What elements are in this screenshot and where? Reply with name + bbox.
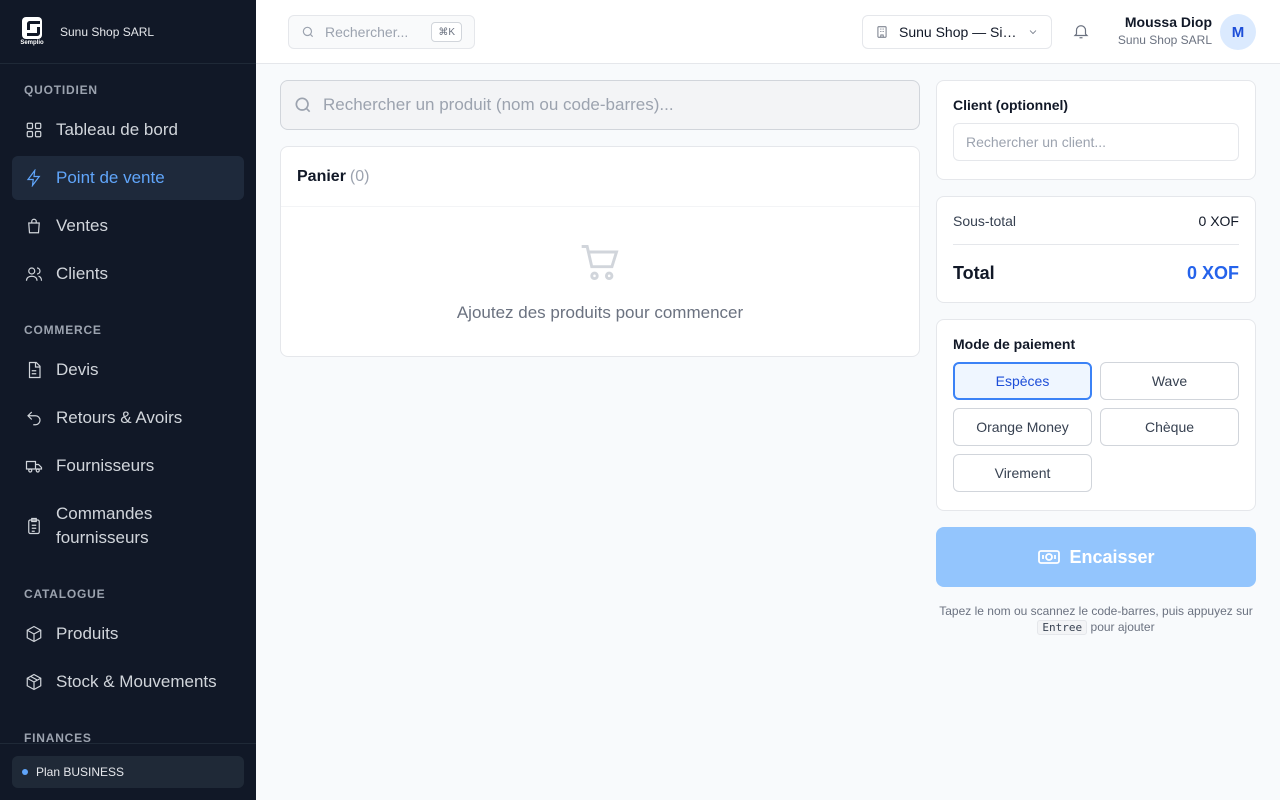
hint-key: Entree bbox=[1037, 620, 1088, 635]
sidebar-nav: QUOTIDIEN Tableau de bord Point de vente… bbox=[0, 64, 256, 748]
sidebar-item-devis[interactable]: Devis bbox=[12, 348, 244, 392]
cart-title: Panier bbox=[297, 167, 346, 185]
cart-empty-message: Ajoutez des produits pour commencer bbox=[456, 303, 744, 322]
chevron-down-icon bbox=[1029, 30, 1037, 35]
truck-icon bbox=[24, 456, 44, 476]
client-placeholder: Rechercher un client... bbox=[966, 134, 1107, 150]
user-name: Moussa Diop bbox=[1124, 14, 1212, 30]
bolt-icon bbox=[24, 168, 44, 188]
hint-text-after: pour ajouter bbox=[1090, 620, 1155, 634]
sidebar-divider bbox=[0, 743, 256, 744]
sidebar-item-label: Commandes fournisseurs bbox=[56, 504, 153, 547]
cube-icon bbox=[24, 672, 44, 692]
total-value: 0 XOF bbox=[1186, 262, 1239, 283]
payment-virement-button[interactable]: Virement bbox=[953, 454, 1092, 492]
sidebar-item-label: Produits bbox=[56, 624, 119, 643]
sidebar-item-commandes-fournisseurs[interactable]: Commandes fournisseurs bbox=[12, 492, 244, 560]
client-label: Client (optionnel) bbox=[953, 97, 1069, 113]
payment-label: Mode de paiement bbox=[953, 336, 1076, 352]
store-name: Sunu Shop — Siège bbox=[899, 24, 1023, 40]
cart-panel: Panier (0) Ajoutez des produits pour com… bbox=[280, 146, 920, 357]
checkout-label: Encaisser bbox=[1069, 546, 1155, 567]
search-icon bbox=[295, 97, 311, 113]
plan-label: Plan BUSINESS bbox=[36, 765, 125, 779]
sidebar-item-label: Retours & Avoirs bbox=[56, 408, 183, 427]
sidebar-item-tableau-de-bord[interactable]: Tableau de bord bbox=[12, 108, 244, 152]
subtotal-row: Sous-total 0 XOF bbox=[953, 197, 1239, 245]
totals-panel: Sous-total 0 XOF Total 0 XOF bbox=[936, 196, 1256, 303]
section-title-commerce: COMMERCE bbox=[24, 323, 102, 337]
brand-logo-icon: Semplio bbox=[18, 16, 46, 47]
sidebar-item-retours-avoirs[interactable]: Retours & Avoirs bbox=[12, 396, 244, 440]
section-title-catalogue: CATALOGUE bbox=[24, 587, 106, 601]
search-placeholder: Rechercher... bbox=[325, 24, 409, 40]
users-icon bbox=[24, 264, 44, 284]
global-search-input[interactable]: Rechercher... ⌘K bbox=[288, 15, 475, 49]
sidebar-item-produits[interactable]: Produits bbox=[12, 612, 244, 656]
notifications-button[interactable] bbox=[1072, 22, 1092, 42]
plan-badge[interactable]: Plan BUSINESS bbox=[12, 756, 244, 788]
bell-icon bbox=[1073, 25, 1089, 39]
building-icon bbox=[877, 26, 887, 38]
sidebar-item-label: Ventes bbox=[56, 216, 108, 235]
cart-empty-state: Ajoutez des produits pour commencer bbox=[281, 207, 919, 323]
payment-panel: Mode de paiement Espèces Wave Orange Mon… bbox=[936, 319, 1256, 511]
sidebar-item-label: Clients bbox=[56, 264, 108, 283]
avatar[interactable]: M bbox=[1220, 14, 1256, 50]
payment-methods: Espèces Wave Orange Money Chèque Viremen… bbox=[953, 362, 1239, 492]
undo-icon bbox=[24, 408, 44, 428]
grid-icon bbox=[24, 120, 44, 140]
brand-name: Sunu Shop SARL bbox=[60, 24, 155, 39]
sidebar-item-label: Stock & Mouvements bbox=[56, 672, 217, 691]
top-header: Rechercher... ⌘K Sunu Shop — Siège Mouss… bbox=[256, 0, 1280, 64]
sidebar-item-point-de-vente[interactable]: Point de vente bbox=[12, 156, 244, 200]
section-title-quotidien: QUOTIDIEN bbox=[24, 83, 98, 97]
box-icon bbox=[24, 624, 44, 644]
hint-text-before: Tapez le nom ou scannez le code-barres, … bbox=[939, 604, 1253, 618]
product-search-placeholder: Rechercher un produit (nom ou code-barre… bbox=[323, 95, 674, 114]
client-search-input[interactable]: Rechercher un client... bbox=[953, 123, 1239, 161]
sidebar-item-clients[interactable]: Clients bbox=[12, 252, 244, 296]
payment-cheque-button[interactable]: Chèque bbox=[1100, 408, 1239, 446]
payment-especes-button[interactable]: Espèces bbox=[953, 362, 1092, 400]
sidebar-item-label: Fournisseurs bbox=[56, 456, 155, 475]
product-search-input[interactable]: Rechercher un produit (nom ou code-barre… bbox=[280, 80, 920, 130]
sidebar-item-label: Devis bbox=[56, 360, 99, 379]
sidebar-item-label: Point de vente bbox=[56, 168, 165, 187]
section-title-finances: FINANCES bbox=[24, 731, 92, 745]
user-info[interactable]: Moussa Diop Sunu Shop SARL bbox=[1118, 14, 1212, 47]
subtotal-value: 0 XOF bbox=[1198, 212, 1239, 229]
total-row: Total 0 XOF bbox=[953, 245, 1239, 301]
document-icon bbox=[24, 360, 44, 380]
search-shortcut: ⌘K bbox=[431, 22, 462, 42]
sidebar: Semplio Sunu Shop SARL QUOTIDIEN Tableau… bbox=[0, 0, 256, 800]
sidebar-item-stock-mouvements[interactable]: Stock & Mouvements bbox=[12, 660, 244, 704]
cart-icon bbox=[581, 245, 619, 281]
checkout-button[interactable]: Encaisser bbox=[936, 527, 1256, 587]
total-label: Total bbox=[953, 262, 995, 283]
plan-dot-icon bbox=[22, 769, 28, 775]
user-company: Sunu Shop SARL bbox=[1117, 33, 1212, 47]
brand[interactable]: Semplio Sunu Shop SARL bbox=[0, 0, 256, 64]
subtotal-label: Sous-total bbox=[953, 212, 1017, 229]
search-icon bbox=[302, 26, 314, 38]
clipboard-icon bbox=[24, 516, 44, 536]
cart-count: (0) bbox=[349, 167, 370, 185]
cart-header: Panier (0) bbox=[281, 147, 919, 207]
payment-wave-button[interactable]: Wave bbox=[1100, 362, 1239, 400]
sidebar-item-ventes[interactable]: Ventes bbox=[12, 204, 244, 248]
bag-icon bbox=[24, 216, 44, 236]
client-panel: Client (optionnel) Rechercher un client.… bbox=[936, 80, 1256, 180]
store-selector[interactable]: Sunu Shop — Siège bbox=[862, 15, 1052, 49]
sidebar-item-label: Tableau de bord bbox=[56, 120, 178, 139]
cash-icon bbox=[1038, 550, 1061, 564]
payment-orange-money-button[interactable]: Orange Money bbox=[953, 408, 1092, 446]
sidebar-item-fournisseurs[interactable]: Fournisseurs bbox=[12, 444, 244, 488]
scan-hint: Tapez le nom ou scannez le code-barres, … bbox=[936, 603, 1256, 636]
